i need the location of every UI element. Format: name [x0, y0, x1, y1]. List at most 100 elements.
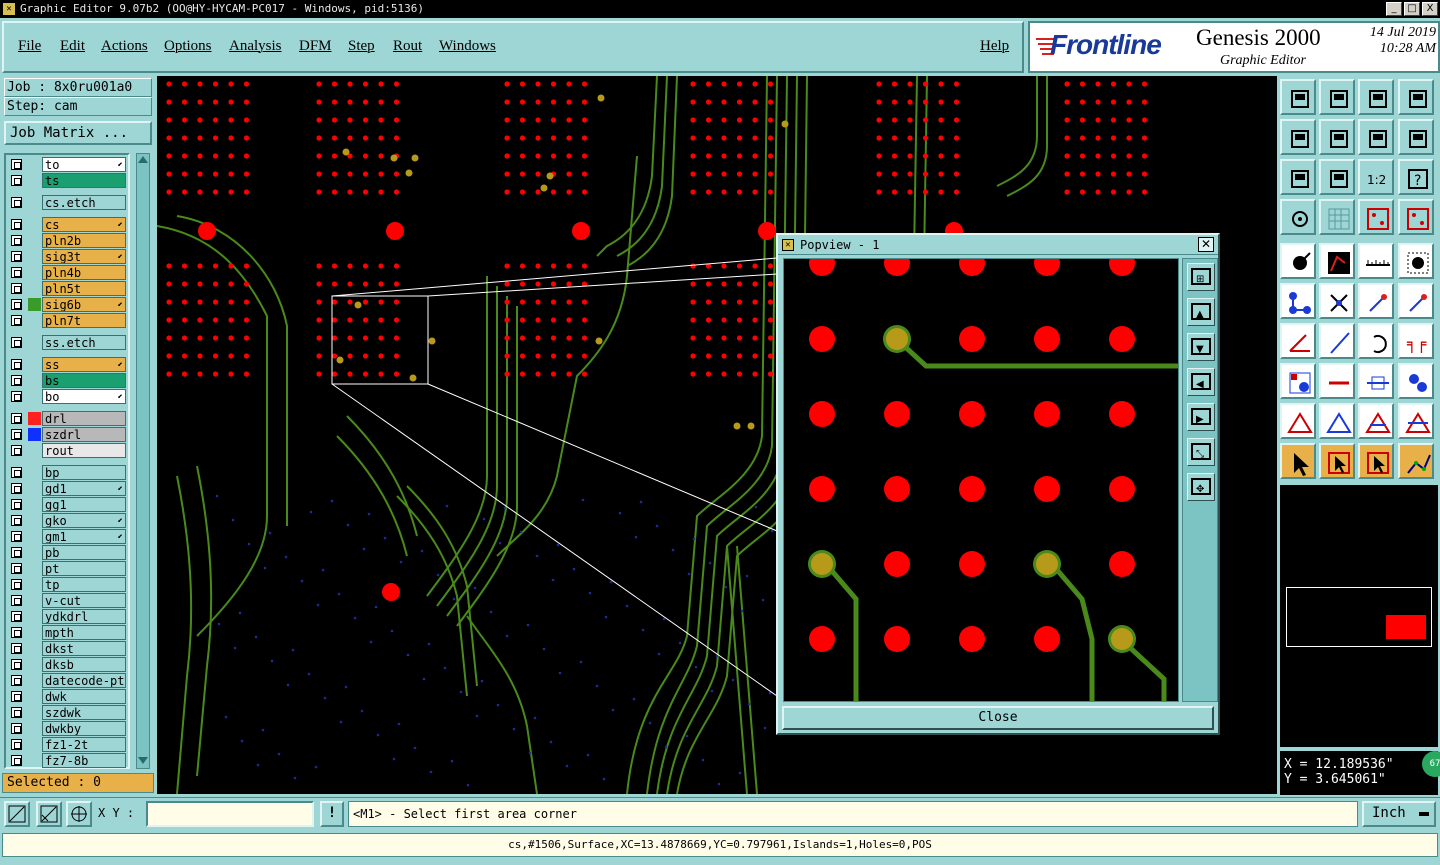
layer-checkbox[interactable] [11, 611, 22, 622]
maximize-button[interactable]: □ [1404, 2, 1420, 16]
minus-tool-button[interactable] [1319, 363, 1355, 399]
layer-name[interactable]: gm1 ⬋ [42, 529, 126, 544]
popview-zoom-icon[interactable]: ⊞ [1187, 263, 1215, 291]
layer-name[interactable]: bp [42, 465, 126, 480]
dimension-tool-button[interactable] [1358, 363, 1394, 399]
layer-name[interactable]: cs.etch [42, 195, 126, 210]
layer-name[interactable]: gd1 ⬋ [42, 481, 126, 496]
layer-checkbox[interactable] [11, 445, 22, 456]
undo-tool-button[interactable] [1358, 323, 1394, 359]
slash-tool-button[interactable] [1319, 323, 1355, 359]
layer-checkbox[interactable] [11, 299, 22, 310]
layer-name[interactable]: rout [42, 443, 126, 458]
select2-tool-button[interactable] [1358, 443, 1394, 479]
close-window-button[interactable]: X [1422, 2, 1438, 16]
layer-name[interactable]: ts [42, 173, 126, 188]
layer-name[interactable]: tp [42, 577, 126, 592]
layer-checkbox[interactable] [11, 691, 22, 702]
layer-checkbox[interactable] [11, 515, 22, 526]
layer-checkbox[interactable] [11, 219, 22, 230]
layer-checkbox[interactable] [11, 267, 22, 278]
layer-checkbox[interactable] [11, 499, 22, 510]
layer-checkbox[interactable] [11, 755, 22, 766]
pointer-tool-button[interactable] [1280, 443, 1316, 479]
layer-row-cs.etch[interactable]: cs.etch [8, 195, 128, 210]
layer-row-dwk[interactable]: dwk [8, 689, 128, 704]
layer-checkbox[interactable] [11, 723, 22, 734]
layer-row-rout[interactable]: rout [8, 443, 128, 458]
arc-tool-button[interactable] [1358, 283, 1394, 319]
connect-tool-button[interactable] [1280, 283, 1316, 319]
layer-name[interactable]: pln2b [42, 233, 126, 248]
layer-name[interactable]: pln5t [42, 281, 126, 296]
layer-checkbox[interactable] [11, 283, 22, 294]
layer-name[interactable]: fz1-2t [42, 737, 126, 752]
layer-checkbox[interactable] [11, 579, 22, 590]
layer-checkbox[interactable] [11, 483, 22, 494]
menu-help[interactable]: Help [980, 38, 1009, 55]
layer-name[interactable]: dksb [42, 657, 126, 672]
triangle4-tool-button[interactable] [1398, 403, 1434, 439]
layer-checkbox[interactable] [11, 391, 22, 402]
menu-edit[interactable]: Edit [60, 38, 85, 55]
step-right-tool-button[interactable] [1319, 119, 1355, 155]
layer-name[interactable]: mpth [42, 625, 126, 640]
layer-name[interactable]: fz7-8b [42, 753, 126, 768]
layer-checkbox[interactable] [11, 175, 22, 186]
layer-name[interactable]: sig6b ⬋ [42, 297, 126, 312]
layer-name[interactable]: pt [42, 561, 126, 576]
angle-tool-button[interactable] [1280, 323, 1316, 359]
layer-list-scrollbar[interactable] [136, 153, 150, 769]
step-left-tool-button[interactable] [1280, 119, 1316, 155]
layer-row-bp[interactable]: bp [8, 465, 128, 480]
layer-row-pln7t[interactable]: pln7t [8, 313, 128, 328]
layer-name[interactable]: dwkby [42, 721, 126, 736]
layer-row-drl[interactable]: drl [8, 411, 128, 426]
grid-button[interactable] [66, 801, 92, 827]
layer-checkbox[interactable] [11, 643, 22, 654]
layer-name[interactable]: ss.etch [42, 335, 126, 350]
triangle3-tool-button[interactable] [1358, 403, 1394, 439]
layer-row-sig3t[interactable]: sig3t ⬋ [8, 249, 128, 264]
triangle-tool-button[interactable] [1280, 403, 1316, 439]
layer-row-szdwk[interactable]: szdwk [8, 705, 128, 720]
cross-tool-button[interactable] [1319, 283, 1355, 319]
home-down-tool-button[interactable] [1319, 79, 1355, 115]
menu-windows[interactable]: Windows [439, 38, 496, 55]
triangle2-tool-button[interactable] [1319, 403, 1355, 439]
alert-button[interactable]: ! [320, 801, 344, 827]
minimize-button[interactable]: _ [1386, 2, 1402, 16]
layer-checkbox[interactable] [11, 337, 22, 348]
layer-row-gd1[interactable]: gd1 ⬋ [8, 481, 128, 496]
layer-name[interactable]: v-cut [42, 593, 126, 608]
layer-name[interactable]: gko ⬋ [42, 513, 126, 528]
layer-row-ts[interactable]: ts [8, 173, 128, 188]
layer-checkbox[interactable] [11, 429, 22, 440]
layer-row-ss.etch[interactable]: ss.etch [8, 335, 128, 350]
popview-pan-down-icon[interactable]: ▼ [1187, 333, 1215, 361]
layer-checkbox[interactable] [11, 375, 22, 386]
layer-row-pln2b[interactable]: pln2b [8, 233, 128, 248]
menu-dfm[interactable]: DFM [299, 38, 332, 55]
layer-checkbox[interactable] [11, 739, 22, 750]
layer-name[interactable]: drl [42, 411, 126, 426]
layer-row-pln5t[interactable]: pln5t [8, 281, 128, 296]
layer-checkbox[interactable] [11, 595, 22, 606]
measure-button[interactable] [36, 801, 62, 827]
menu-actions[interactable]: Actions [101, 38, 148, 55]
group-tool-button[interactable] [1398, 363, 1434, 399]
dot-tool-button[interactable] [1398, 243, 1434, 279]
popview-zoom-out-icon[interactable]: ⤡ [1187, 438, 1215, 466]
menu-analysis[interactable]: Analysis [229, 38, 282, 55]
popview-canvas[interactable] [783, 250, 1179, 702]
layer-name[interactable]: szdwk [42, 705, 126, 720]
layer-row-bs[interactable]: bs [8, 373, 128, 388]
popview-close-button[interactable]: Close [782, 706, 1214, 730]
home-up-tool-button[interactable] [1280, 79, 1316, 115]
layer-name[interactable]: szdrl [42, 427, 126, 442]
select-tool-button[interactable] [1319, 443, 1355, 479]
layer-name[interactable]: to ⬋ [42, 157, 126, 172]
layer-row-gg1[interactable]: gg1 [8, 497, 128, 512]
layer-name[interactable]: datecode-pt [42, 673, 126, 688]
job-matrix-button[interactable]: Job Matrix ... [4, 121, 152, 145]
